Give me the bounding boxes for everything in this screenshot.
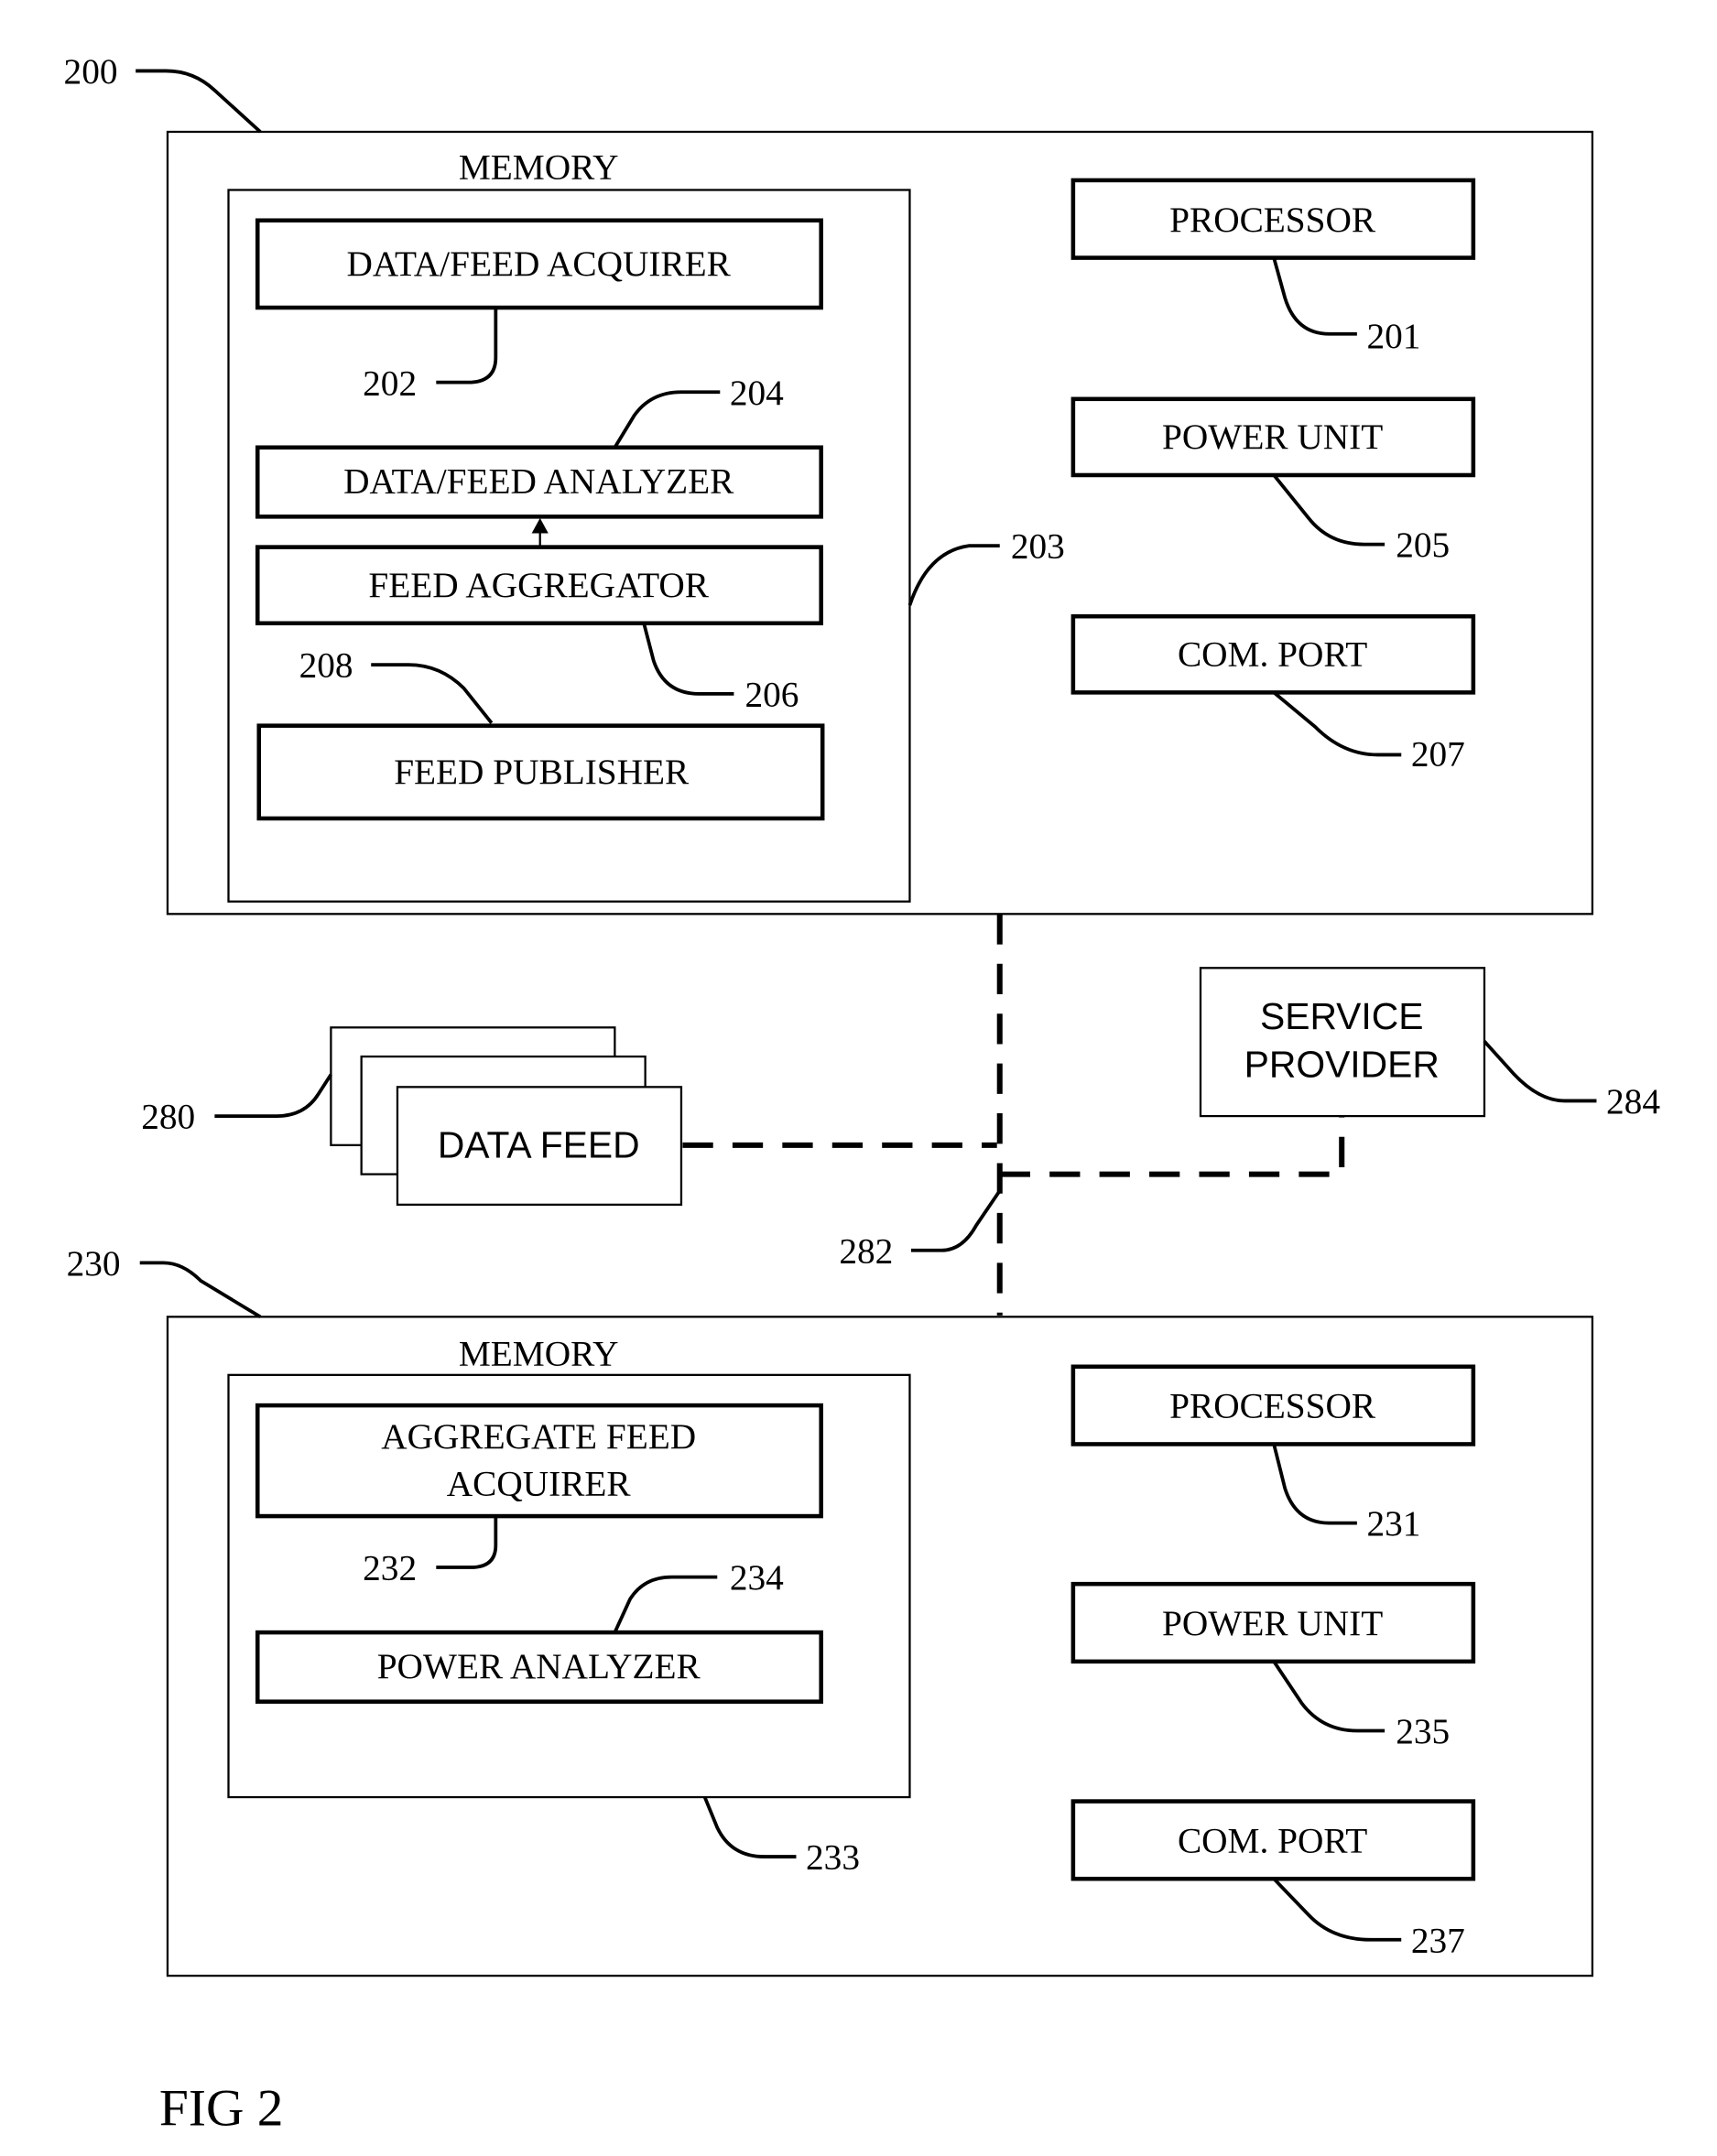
ref-233: 233 bbox=[806, 1837, 860, 1878]
data-feed-acquirer-label: DATA/FEED ACQUIRER bbox=[347, 244, 732, 284]
ref-207: 207 bbox=[1411, 734, 1465, 775]
ref-232: 232 bbox=[363, 1548, 417, 1588]
ref-205: 205 bbox=[1396, 525, 1450, 565]
device-230: 230 MEMORY 233 AGGREGATE FEED ACQUIRER 2… bbox=[67, 1243, 1594, 1977]
memory-title-200: MEMORY bbox=[459, 146, 619, 187]
ref-282: 282 bbox=[839, 1230, 893, 1271]
ref-235: 235 bbox=[1396, 1711, 1450, 1751]
power-unit-label-200: POWER UNIT bbox=[1162, 417, 1383, 457]
ref-231: 231 bbox=[1366, 1503, 1420, 1544]
ref-234: 234 bbox=[730, 1557, 784, 1598]
ref-230: 230 bbox=[67, 1243, 121, 1284]
ref-280: 280 bbox=[141, 1097, 195, 1137]
leader-200 bbox=[136, 69, 262, 134]
memory-title-230: MEMORY bbox=[459, 1333, 619, 1373]
power-analyzer-label: POWER ANALYZER bbox=[377, 1646, 701, 1686]
com-port-label-230: COM. PORT bbox=[1178, 1821, 1367, 1861]
figure-label: FIG 2 bbox=[159, 2079, 284, 2137]
ref-201: 201 bbox=[1366, 316, 1420, 356]
ref-208: 208 bbox=[299, 645, 353, 686]
leader-280 bbox=[214, 1073, 332, 1118]
ref-203: 203 bbox=[1011, 526, 1065, 567]
ref-206: 206 bbox=[745, 675, 799, 715]
com-port-label-200: COM. PORT bbox=[1178, 634, 1367, 675]
leader-284 bbox=[1483, 1040, 1597, 1103]
power-unit-label-230: POWER UNIT bbox=[1162, 1603, 1383, 1643]
aggregate-feed-acquirer-label-line1: AGGREGATE FEED bbox=[381, 1416, 696, 1457]
service-provider: SERVICE PROVIDER 284 bbox=[1199, 967, 1660, 1121]
device-200: 200 MEMORY 203 DATA/FEED ACQUIRER 202 DA… bbox=[64, 51, 1594, 915]
figure-2-diagram: 200 MEMORY 203 DATA/FEED ACQUIRER 202 DA… bbox=[64, 51, 1661, 2137]
data-feed-analyzer-label: DATA/FEED ANALYZER bbox=[343, 461, 734, 502]
ref-204: 204 bbox=[730, 373, 784, 413]
aggregate-feed-acquirer-label-line2: ACQUIRER bbox=[447, 1463, 632, 1503]
ref-202: 202 bbox=[363, 363, 417, 403]
feed-publisher-label: FEED PUBLISHER bbox=[394, 752, 690, 792]
network-to-service-provider-line bbox=[999, 1116, 1345, 1177]
data-feed-stack: DATA FEED 280 bbox=[141, 1026, 683, 1206]
data-feed-label: DATA FEED bbox=[438, 1123, 640, 1165]
service-provider-label-line1: SERVICE bbox=[1260, 995, 1423, 1037]
leader-230 bbox=[139, 1261, 262, 1318]
processor-label-230: PROCESSOR bbox=[1169, 1386, 1376, 1426]
ref-284: 284 bbox=[1606, 1081, 1660, 1121]
ref-200: 200 bbox=[64, 51, 118, 92]
service-provider-label-line2: PROVIDER bbox=[1244, 1044, 1440, 1086]
ref-237: 237 bbox=[1411, 1920, 1465, 1960]
feed-aggregator-label: FEED AGGREGATOR bbox=[368, 565, 709, 605]
processor-label-200: PROCESSOR bbox=[1169, 200, 1376, 240]
leader-282 bbox=[910, 1189, 1002, 1252]
service-provider-box bbox=[1199, 967, 1486, 1118]
